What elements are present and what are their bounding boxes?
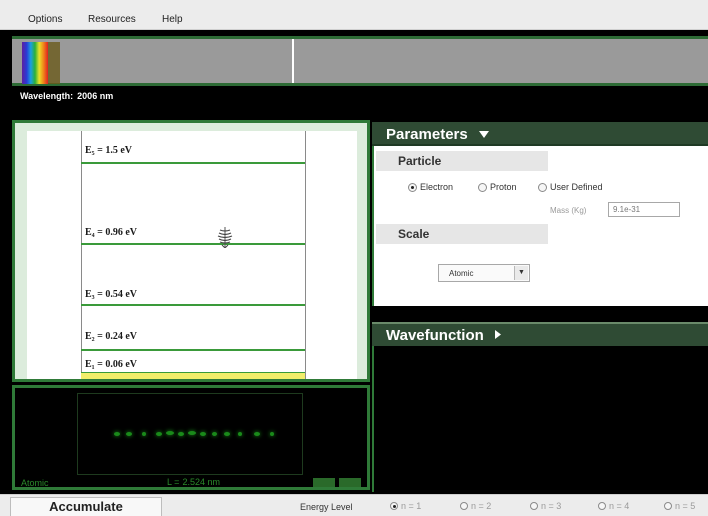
radio-electron-indicator[interactable] <box>408 182 417 192</box>
radio-proton-label: Proton <box>490 182 517 192</box>
well-wall-left <box>81 131 82 379</box>
zoom-out-button[interactable] <box>339 478 361 487</box>
scale-select[interactable]: Atomic ▼ <box>438 264 530 282</box>
level-label-e2: E₂ = 0.24 eV <box>85 331 138 342</box>
wavefunction-title-text: Wavefunction <box>386 327 484 344</box>
detection-dot <box>114 432 120 436</box>
radio-level-n4-indicator[interactable] <box>598 502 606 510</box>
detection-dot <box>238 432 242 436</box>
detection-dot <box>212 432 217 436</box>
radio-level-n4-label: n = 4 <box>609 501 630 511</box>
level-line-e3[interactable] <box>81 304 305 306</box>
level-line-e5[interactable] <box>81 162 305 164</box>
chevron-down-icon <box>478 131 489 138</box>
zoom-in-button[interactable] <box>313 478 335 487</box>
detection-dot <box>224 432 230 436</box>
parameters-header[interactable]: Parameters <box>372 122 708 146</box>
menu-options[interactable]: Options <box>28 14 62 25</box>
radio-electron-label: Electron <box>420 182 454 192</box>
radio-level-n5-label: n = 5 <box>675 501 696 511</box>
detection-dot <box>166 431 174 435</box>
radio-user-defined-label: User Defined <box>550 182 603 192</box>
level-label-e4: E₄ = 0.96 eV <box>85 227 138 238</box>
energy-well: E₅ = 1.5 eV E₄ = 0.96 eV E₃ = 0.54 eV E₂… <box>27 131 357 379</box>
detection-dot <box>254 432 260 436</box>
parameters-body: Particle Electron Proton User Defined Ma… <box>372 146 708 306</box>
energy-level-label: Energy Level <box>300 502 353 512</box>
radio-user-defined-indicator[interactable] <box>538 182 547 192</box>
radio-level-n5[interactable]: n = 5 <box>664 501 695 511</box>
wavefunction-body <box>372 346 708 492</box>
detection-screen: Atomic L = 2.524 nm <box>12 385 370 490</box>
well-wall-right <box>305 131 306 379</box>
detection-dot <box>270 432 274 436</box>
menu-help[interactable]: Help <box>162 14 183 25</box>
radio-proton-indicator[interactable] <box>478 182 487 192</box>
wavefunction-header[interactable]: Wavefunction <box>372 322 708 346</box>
detection-dot <box>188 431 196 435</box>
wavefunction-title: Wavefunction <box>386 327 502 344</box>
radio-level-n5-indicator[interactable] <box>664 502 672 510</box>
level-line-e4[interactable] <box>81 243 305 245</box>
scale-section-header: Scale <box>376 224 548 244</box>
particle-section-label: Particle <box>398 154 442 168</box>
radio-level-n1[interactable]: n = 1 <box>390 501 421 511</box>
photon-wave-icon <box>217 227 233 248</box>
mass-label: Mass (Kg) <box>550 206 587 215</box>
radio-electron[interactable]: Electron <box>408 182 453 192</box>
menu-resources[interactable]: Resources <box>88 14 136 25</box>
level-line-e2[interactable] <box>81 349 305 351</box>
radio-user-defined[interactable]: User Defined <box>538 182 603 192</box>
accumulate-button[interactable]: Accumulate <box>10 497 162 516</box>
level-label-e1: E₁ = 0.06 eV <box>85 359 138 370</box>
detector-area <box>77 393 303 475</box>
chevron-down-icon[interactable]: ▼ <box>514 266 528 280</box>
radio-level-n1-indicator[interactable] <box>390 502 398 510</box>
radio-proton[interactable]: Proton <box>478 182 517 192</box>
well-length-label: L = <box>167 477 180 487</box>
detection-dot <box>178 432 184 436</box>
radio-level-n1-label: n = 1 <box>401 501 422 511</box>
radio-level-n3-indicator[interactable] <box>530 502 538 510</box>
detection-dot <box>126 432 132 436</box>
detection-dot <box>142 432 146 436</box>
detection-dot <box>200 432 206 436</box>
scale-section-label: Scale <box>398 227 430 241</box>
parameters-title-text: Parameters <box>386 126 468 143</box>
wavelength-value: 2006 nm <box>77 91 114 101</box>
menu-bar: Options Resources Help <box>0 0 708 30</box>
detection-dot <box>156 432 162 436</box>
level-label-e5: E₅ = 1.5 eV <box>85 145 133 156</box>
particle-section-header: Particle <box>376 151 548 171</box>
mass-field[interactable]: 9.1e-31 <box>608 202 680 217</box>
screen-scale-label: Atomic <box>21 478 49 488</box>
radio-level-n2-label: n = 2 <box>471 501 492 511</box>
radio-level-n2-indicator[interactable] <box>460 502 468 510</box>
chevron-right-icon <box>494 330 501 339</box>
energy-level-panel: E₅ = 1.5 eV E₄ = 0.96 eV E₃ = 0.54 eV E₂… <box>12 120 370 382</box>
wavelength-marker[interactable] <box>292 39 294 83</box>
spectrum-bar <box>12 36 708 86</box>
radio-level-n3-label: n = 3 <box>541 501 562 511</box>
visible-spectrum-swatch <box>22 42 48 84</box>
well-length-readout: L = 2.524 nm <box>167 477 220 487</box>
scale-select-value: Atomic <box>449 269 474 278</box>
wavelength-readout: Wavelength: 2006 nm <box>20 91 113 101</box>
bottom-toolbar: Accumulate Energy Level n = 1 n = 2 n = … <box>0 494 708 516</box>
radio-level-n2[interactable]: n = 2 <box>460 501 491 511</box>
wavelength-label: Wavelength: <box>20 91 74 101</box>
parameters-title: Parameters <box>386 126 490 143</box>
ground-state-band <box>81 373 305 379</box>
well-length-value: 2.524 nm <box>182 477 220 487</box>
level-label-e3: E₃ = 0.54 eV <box>85 289 138 300</box>
radio-level-n3[interactable]: n = 3 <box>530 501 561 511</box>
infrared-edge <box>48 42 60 84</box>
radio-level-n4[interactable]: n = 4 <box>598 501 629 511</box>
